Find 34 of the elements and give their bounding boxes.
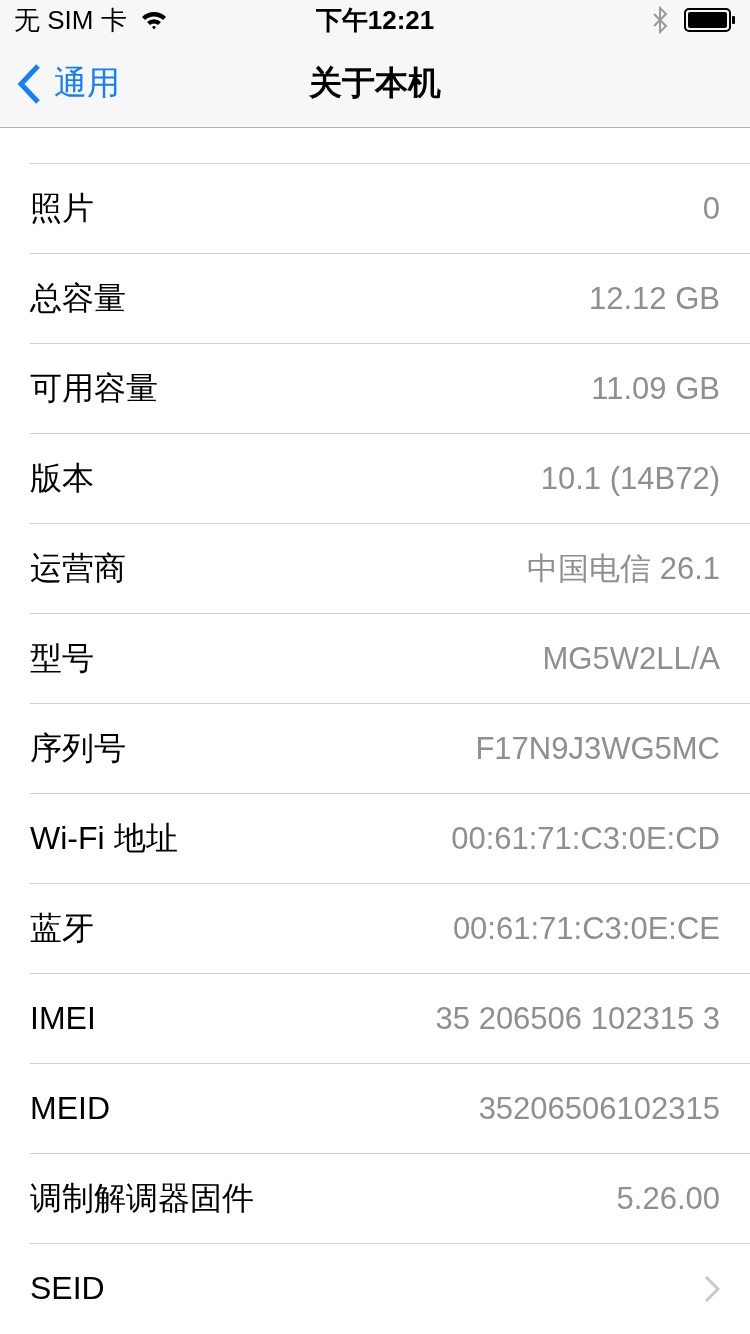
row-label: MEID bbox=[30, 1090, 110, 1127]
back-button[interactable]: 通用 bbox=[0, 61, 120, 106]
row-label: 版本 bbox=[30, 458, 94, 498]
row-label: 照片 bbox=[30, 188, 94, 228]
bluetooth-icon bbox=[652, 6, 668, 34]
row-label: IMEI bbox=[30, 1000, 96, 1037]
row-value: 35 206506 102315 3 bbox=[435, 1000, 720, 1037]
back-chevron-icon bbox=[16, 62, 42, 105]
chevron-icon bbox=[704, 1274, 720, 1303]
page-title: 关于本机 bbox=[309, 63, 441, 103]
row-label: 总容量 bbox=[30, 278, 126, 318]
row-value: MG5W2LL/A bbox=[542, 640, 720, 677]
row-label: Wi-Fi 地址 bbox=[30, 818, 178, 858]
row-value: 5.26.00 bbox=[616, 1180, 720, 1217]
row-value: 00:61:71:C3:0E:CD bbox=[451, 820, 720, 857]
row-label: 型号 bbox=[30, 638, 94, 678]
row-label: 调制解调器固件 bbox=[30, 1178, 254, 1218]
row-value: 0 bbox=[702, 190, 720, 227]
row-value: 11.09 GB bbox=[591, 370, 720, 407]
row-value: 00:61:71:C3:0E:CE bbox=[452, 910, 720, 947]
row-label: 蓝牙 bbox=[30, 908, 94, 948]
row-value: 12.12 GB bbox=[589, 280, 720, 317]
row-label: 运营商 bbox=[30, 548, 126, 588]
carrier-label: 无 SIM 卡 bbox=[14, 3, 127, 37]
row-value: 35206506102315 bbox=[478, 1090, 720, 1127]
row-value: 10.1 (14B72) bbox=[540, 460, 720, 497]
row-label: SEID bbox=[30, 1270, 105, 1307]
battery-icon bbox=[684, 8, 736, 32]
row-value: 中国电信 26.1 bbox=[527, 549, 720, 588]
wifi-icon bbox=[140, 10, 167, 30]
row-label: 可用容量 bbox=[30, 368, 158, 408]
row-value: F17N9J3WG5MC bbox=[475, 730, 720, 767]
row-label: 序列号 bbox=[30, 728, 126, 768]
clock: 下午12:21 bbox=[315, 3, 435, 37]
